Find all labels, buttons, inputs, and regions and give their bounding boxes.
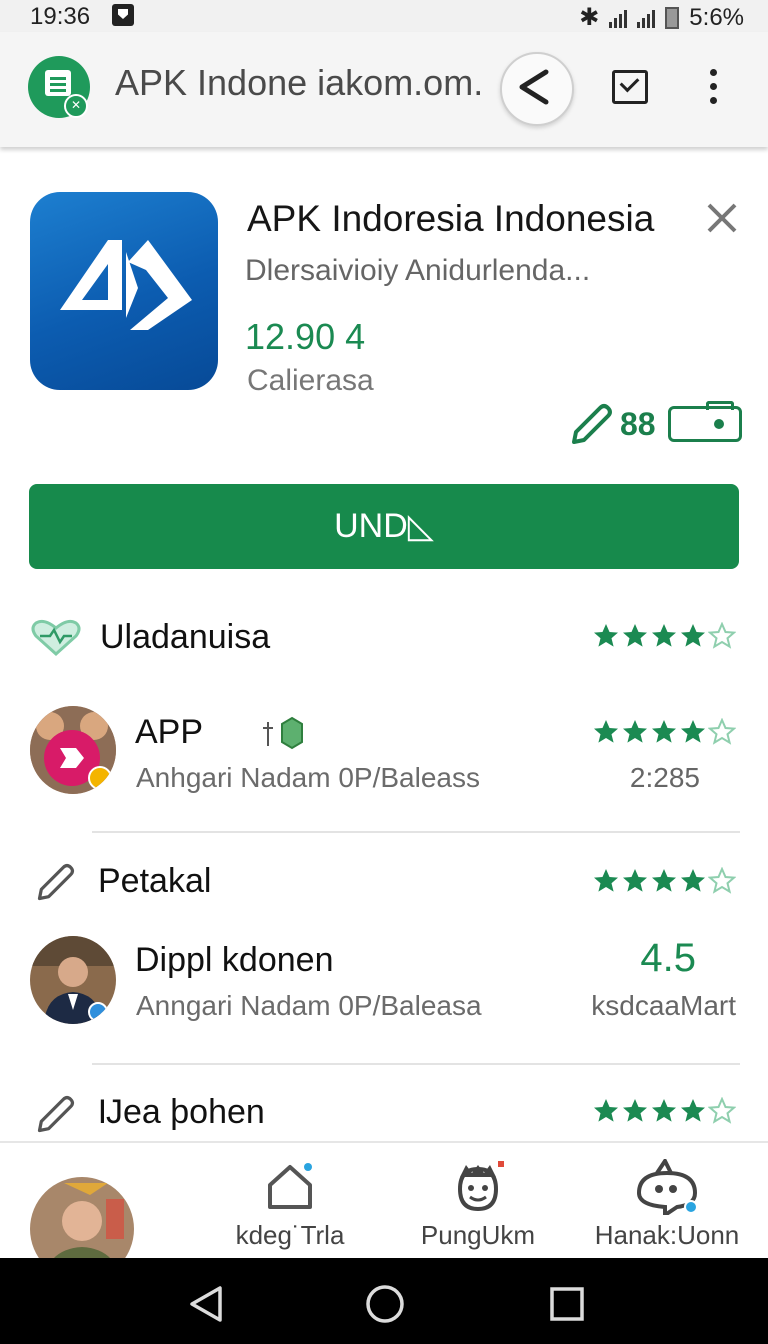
nav-label: PungUkm	[420, 1220, 536, 1250]
star-rating	[592, 867, 736, 895]
star-empty-icon	[708, 1097, 736, 1124]
star-filled-icon	[681, 1099, 705, 1122]
star-filled-icon	[681, 720, 705, 743]
avatar[interactable]	[30, 936, 116, 1024]
app-rating: 12.90 4	[245, 316, 366, 357]
star-filled-icon	[681, 869, 705, 892]
list-item-count: 2:285	[629, 762, 700, 793]
app-mini-stats: 88	[566, 400, 742, 448]
star-filled-icon	[594, 869, 618, 892]
share-icon	[519, 69, 549, 105]
home-icon	[268, 1163, 312, 1209]
list-item-rating: 4.5	[640, 936, 696, 980]
mini-count: 88	[620, 405, 656, 442]
nav-item-profile[interactable]: PungUkm	[408, 1143, 548, 1251]
share-button[interactable]	[500, 52, 574, 126]
app-developer[interactable]: Dlersaivioiy Anidurlenda...	[245, 254, 590, 288]
back-icon[interactable]	[186, 1284, 226, 1324]
star-rating	[592, 1097, 736, 1125]
section-title[interactable]: Petakal	[98, 862, 211, 901]
star-filled-icon	[623, 624, 647, 647]
divider	[92, 831, 740, 833]
shield-icon	[112, 4, 134, 26]
browser-bar: ✕ APK Indone iakom.om.	[0, 32, 768, 147]
star-empty-icon	[708, 622, 736, 649]
signal-icon	[609, 8, 628, 28]
url-text[interactable]: APK Indone iakom.om.	[115, 62, 483, 104]
chat-icon	[636, 1157, 698, 1219]
nav-label: kdeg˙Trla	[235, 1220, 345, 1250]
divider	[92, 1063, 740, 1065]
recents-icon[interactable]	[548, 1285, 586, 1323]
star-filled-icon	[652, 869, 676, 892]
star-filled-icon	[623, 1099, 647, 1122]
section-title[interactable]: Uladanuisa	[100, 618, 270, 657]
star-rating	[592, 718, 736, 746]
star-filled-icon	[594, 624, 618, 647]
star-filled-icon	[623, 720, 647, 743]
star-rating	[592, 622, 736, 650]
more-menu-button[interactable]	[710, 69, 718, 111]
home-circle-icon[interactable]	[364, 1283, 406, 1325]
star-empty-icon	[708, 867, 736, 894]
list-item-meta: ksdcaaMart	[591, 990, 736, 1021]
bluetooth-icon: ✱	[579, 4, 600, 31]
system-nav-bar	[0, 1258, 768, 1344]
status-icons: ✱ 5:6%	[579, 3, 744, 32]
wifi-signal-icon	[637, 8, 656, 28]
battery-percent: 5:6%	[689, 3, 744, 31]
list-item-subtitle: Anhgari Nadam 0P/Baleass	[136, 762, 480, 793]
gem-icon	[263, 716, 303, 750]
app-category: Calierasa	[247, 364, 374, 397]
avatar[interactable]	[30, 706, 116, 794]
site-logo-icon[interactable]: ✕	[28, 56, 90, 118]
star-filled-icon	[681, 624, 705, 647]
app-name: APK Indoresia Indonesia	[247, 198, 655, 239]
bottom-nav: kdeg˙Trla PungUkm Hanak:Uonn	[0, 1141, 768, 1260]
nav-label: Hanak:Uonn	[594, 1220, 740, 1250]
pencil-icon	[572, 404, 612, 444]
status-bar: 19:36 ✱ 5:6%	[0, 0, 768, 32]
star-filled-icon	[652, 624, 676, 647]
face-icon	[457, 1161, 504, 1212]
star-filled-icon	[594, 720, 618, 743]
star-filled-icon	[652, 720, 676, 743]
nav-item-home[interactable]: kdeg˙Trla	[218, 1143, 362, 1251]
camera-icon[interactable]	[667, 401, 742, 442]
status-time: 19:36	[30, 3, 91, 30]
pencil-icon	[37, 1095, 75, 1133]
install-button[interactable]: UND◺	[29, 484, 739, 569]
close-icon[interactable]	[704, 200, 740, 236]
section-title[interactable]: Ĳea þohen	[98, 1093, 265, 1132]
heart-icon	[31, 619, 81, 657]
star-filled-icon	[594, 1099, 618, 1122]
list-item-title[interactable]: Dippl kdonen	[135, 941, 333, 980]
battery-icon	[665, 6, 680, 29]
star-filled-icon	[623, 869, 647, 892]
pencil-icon	[37, 863, 75, 901]
list-item-subtitle: Anngari Nadam 0P/Baleasa	[136, 990, 482, 1021]
star-empty-icon	[708, 718, 736, 745]
list-item-title[interactable]: APP	[135, 713, 203, 752]
star-filled-icon	[652, 1099, 676, 1122]
nav-item-chat[interactable]: Hanak:Uonn	[592, 1143, 742, 1251]
inbox-button[interactable]	[612, 70, 648, 104]
app-icon	[30, 192, 218, 390]
